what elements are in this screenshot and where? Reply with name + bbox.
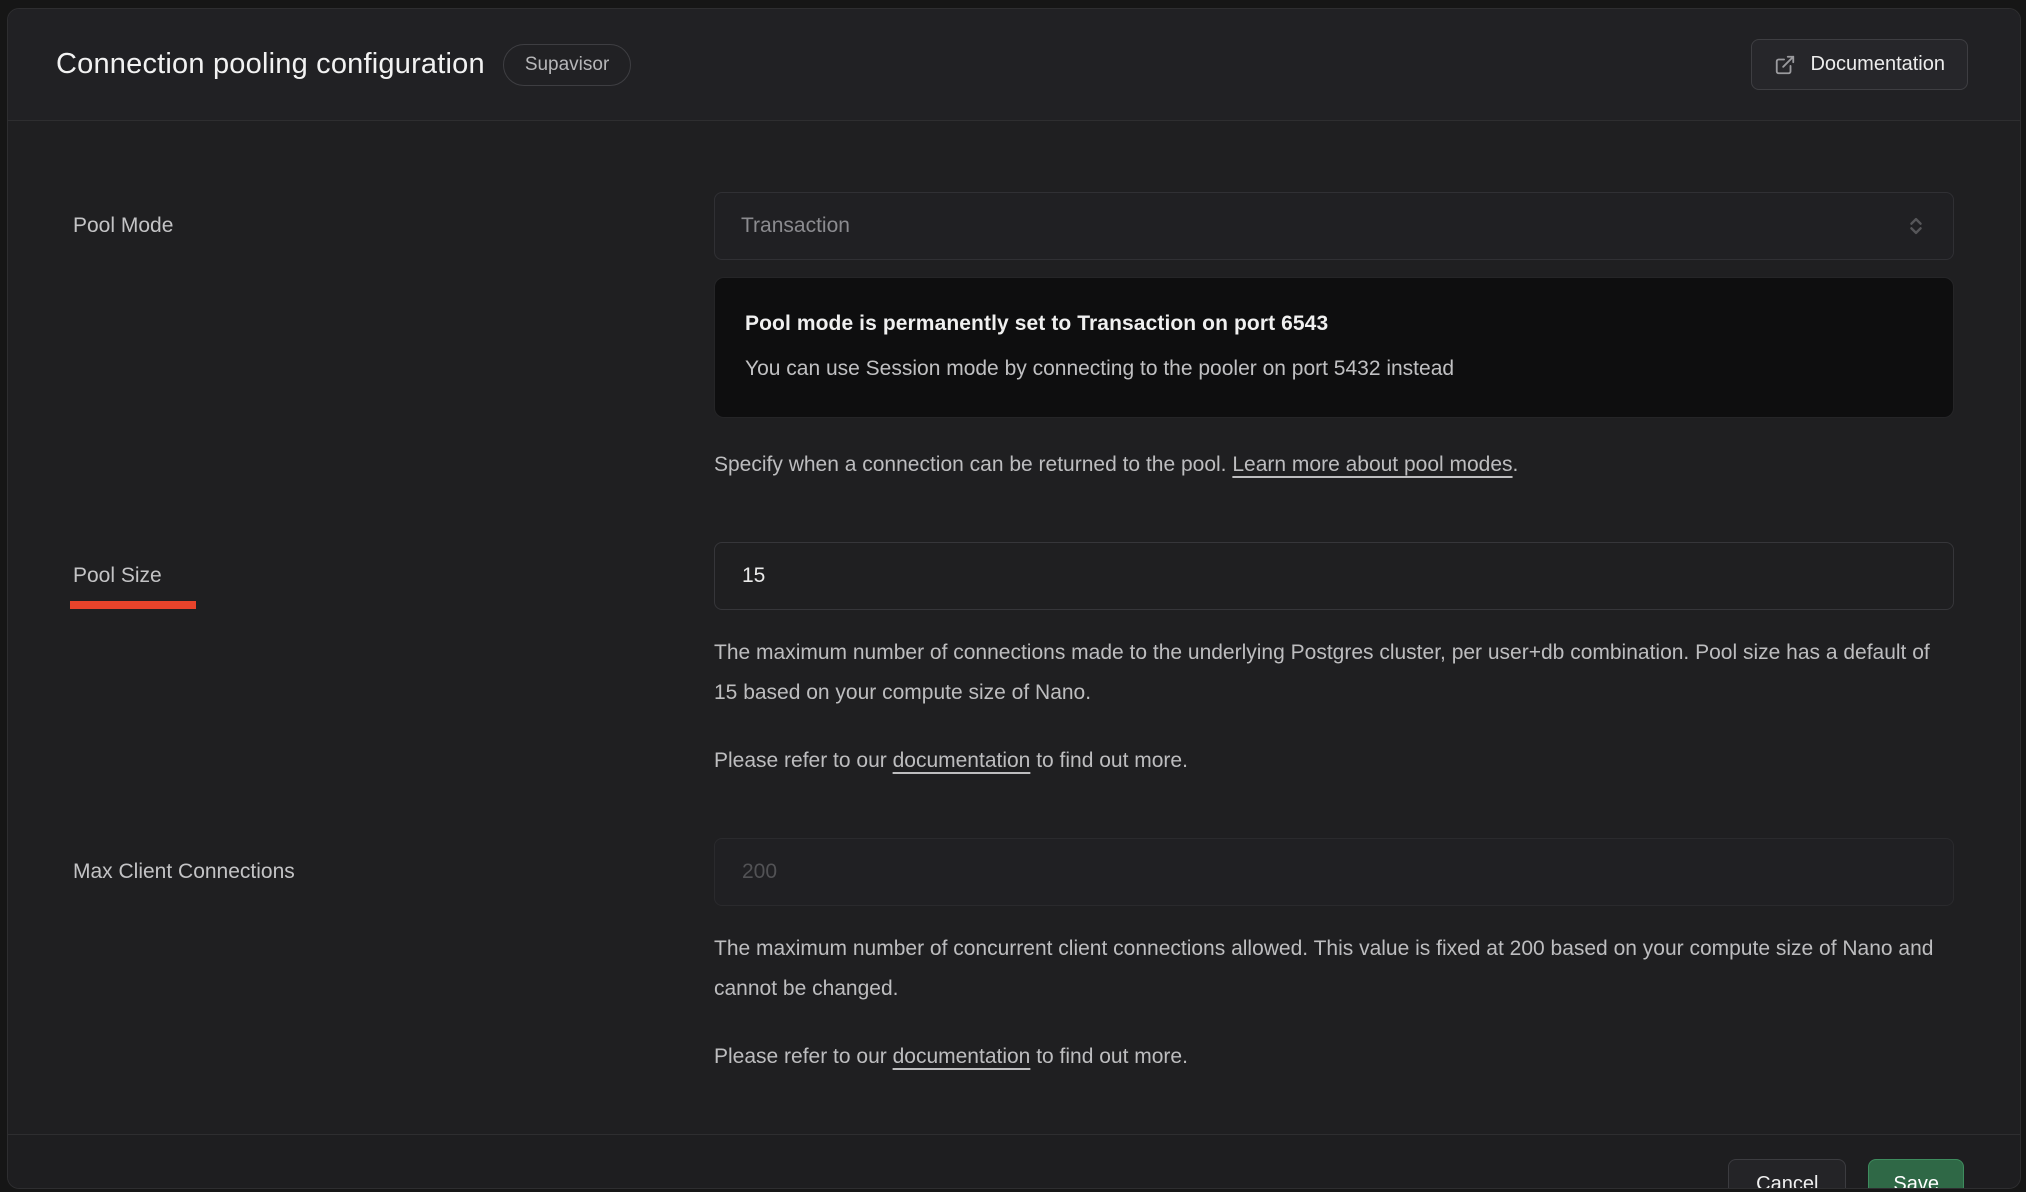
pool-mode-helper-text: Specify when a connection can be returne… (714, 453, 1232, 476)
pool-mode-helper: Specify when a connection can be returne… (714, 445, 1954, 485)
pool-mode-field: Transaction Pool mode is permanently set… (714, 192, 1954, 485)
connection-pooling-panel: Connection pooling configuration Supavis… (7, 8, 2021, 1189)
max-client-docs-link[interactable]: documentation (893, 1045, 1031, 1068)
pool-size-row: Pool Size The maximum number of connecti… (73, 542, 1954, 781)
max-client-docs-prefix: Please refer to our (714, 1045, 893, 1068)
cancel-button[interactable]: Cancel (1728, 1159, 1846, 1190)
max-client-connections-helper: The maximum number of concurrent client … (714, 929, 1954, 1009)
panel-body: Pool Mode Transaction Pool mode is perma… (8, 121, 2020, 1134)
save-button[interactable]: Save (1868, 1159, 1964, 1190)
pool-size-docs-link[interactable]: documentation (893, 749, 1031, 772)
pool-size-label: Pool Size (73, 542, 714, 588)
max-client-connections-docs-line: Please refer to our documentation to fin… (714, 1037, 1954, 1077)
documentation-button[interactable]: Documentation (1751, 39, 1968, 90)
pool-mode-helper-suffix: . (1513, 453, 1519, 476)
pool-size-docs-line: Please refer to our documentation to fin… (714, 741, 1954, 781)
notice-title: Pool mode is permanently set to Transact… (745, 312, 1923, 336)
max-client-connections-field: The maximum number of concurrent client … (714, 838, 1954, 1077)
panel-footer: Cancel Save (8, 1134, 2020, 1189)
pool-size-docs-prefix: Please refer to our (714, 749, 893, 772)
pool-size-docs-suffix: to find out more. (1030, 749, 1188, 772)
pool-modes-link[interactable]: Learn more about pool modes (1232, 453, 1512, 476)
documentation-button-label: Documentation (1810, 53, 1945, 76)
pool-size-input[interactable] (714, 542, 1954, 610)
pool-mode-row: Pool Mode Transaction Pool mode is perma… (73, 192, 1954, 485)
max-client-connections-label: Max Client Connections (73, 838, 714, 1077)
chevrons-up-down-icon (1905, 215, 1927, 237)
pool-size-highlight-underline (70, 601, 196, 609)
supavisor-badge: Supavisor (503, 44, 632, 86)
max-client-docs-suffix: to find out more. (1030, 1045, 1188, 1068)
pool-size-label-wrap: Pool Size (73, 542, 714, 781)
pool-mode-selected-value: Transaction (741, 214, 1905, 238)
max-client-connections-row: Max Client Connections The maximum numbe… (73, 838, 1954, 1077)
pool-mode-select[interactable]: Transaction (714, 192, 1954, 260)
pool-size-helper: The maximum number of connections made t… (714, 633, 1954, 713)
pool-mode-notice: Pool mode is permanently set to Transact… (714, 277, 1954, 418)
page-title: Connection pooling configuration (56, 48, 485, 81)
pool-mode-label: Pool Mode (73, 192, 714, 485)
max-client-connections-input (714, 838, 1954, 906)
pool-size-field: The maximum number of connections made t… (714, 542, 1954, 781)
notice-body: You can use Session mode by connecting t… (745, 357, 1923, 381)
external-link-icon (1774, 54, 1796, 76)
panel-header: Connection pooling configuration Supavis… (8, 9, 2020, 121)
